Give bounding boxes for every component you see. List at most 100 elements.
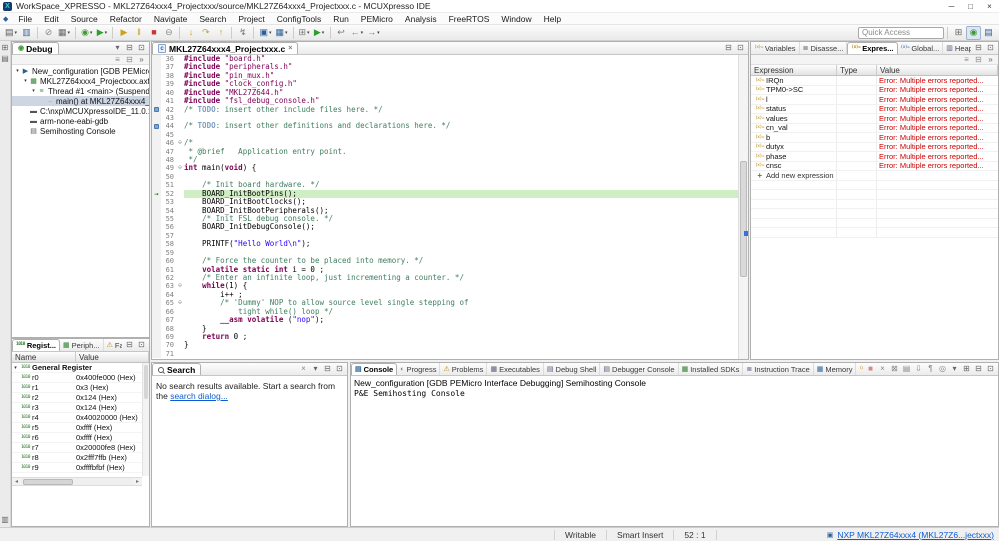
- code-line[interactable]: 44/* TODO: insert other definitions and …: [152, 121, 738, 131]
- menu-help[interactable]: Help: [538, 14, 567, 24]
- expressions-tab-variables[interactable]: (x)= Variables: [751, 42, 800, 54]
- step-over-icon[interactable]: ↷: [198, 26, 213, 40]
- scrollbar-thumb[interactable]: [740, 161, 747, 277]
- register-group-row[interactable]: ▾ 1010 General Register: [12, 363, 149, 373]
- search-dialog-link[interactable]: search dialog...: [170, 391, 228, 401]
- code-line[interactable]: 42/* TODO: insert other include files he…: [152, 105, 738, 114]
- expand-toggle[interactable]: ▾: [30, 88, 37, 94]
- code-line[interactable]: 71: [152, 349, 738, 359]
- debug-perspective-icon[interactable]: ◉: [966, 25, 981, 40]
- forward-icon[interactable]: → ▾: [365, 26, 382, 40]
- remove-launch-icon[interactable]: ×: [878, 365, 887, 373]
- registers-tab-regist[interactable]: 1010 Regist...: [12, 339, 61, 351]
- expressions-tab-global[interactable]: (x)= Global...: [898, 42, 944, 54]
- menu-edit[interactable]: Edit: [38, 14, 65, 24]
- build-icon[interactable]: ▦ ▾: [56, 26, 72, 40]
- menu-analysis[interactable]: Analysis: [399, 14, 443, 24]
- develop-perspective-icon[interactable]: ▤: [981, 26, 996, 40]
- minimize-view-icon[interactable]: ⊟: [125, 44, 134, 52]
- console-tab-instruction-trace[interactable]: ≣ Instruction Trace: [743, 363, 814, 375]
- menu-search[interactable]: Search: [193, 14, 232, 24]
- expression-row[interactable]: (x)= IRQn Error: Multiple errors reported.…: [751, 76, 998, 86]
- minimize-view-icon[interactable]: ⊟: [974, 365, 983, 373]
- expressions-tab-expres[interactable]: (x)= Expres...: [847, 42, 898, 54]
- register-row[interactable]: 1010 r0 0x400fe000 (Hex): [12, 373, 149, 383]
- code-line[interactable]: 47 * @brief Application entry point.: [152, 147, 738, 157]
- close-tab-icon[interactable]: ×: [288, 45, 292, 52]
- peripheral-tools-icon[interactable]: ▦ ▾: [273, 26, 289, 40]
- console-tab-console[interactable]: ▤ Console: [351, 363, 398, 375]
- debug-tree-item[interactable]: ▤ Semihosting Console: [12, 126, 149, 136]
- menu-file[interactable]: File: [12, 14, 38, 24]
- register-row[interactable]: 1010 r2 0x124 (Hex): [12, 393, 149, 403]
- minimized-views-icon[interactable]: ▥: [1, 516, 10, 524]
- minimize-view-icon[interactable]: ⊟: [974, 44, 983, 52]
- fold-toggle[interactable]: ⊖: [176, 139, 184, 147]
- collapse-all-icon[interactable]: ⊟: [125, 55, 134, 64]
- expand-toggle[interactable]: ▾: [14, 68, 21, 74]
- word-wrap-icon[interactable]: ¶: [926, 365, 935, 373]
- menu-source[interactable]: Source: [65, 14, 104, 24]
- maximize-view-icon[interactable]: ⊡: [335, 365, 344, 373]
- registers-vscrollbar[interactable]: [142, 363, 149, 476]
- code-line[interactable]: 70}: [152, 340, 738, 350]
- fold-toggle[interactable]: ⊖: [176, 299, 184, 307]
- minimize-window-button[interactable]: ─: [942, 0, 961, 13]
- maximize-view-icon[interactable]: ⊡: [986, 365, 995, 373]
- register-row[interactable]: 1010 r3 0x124 (Hex): [12, 403, 149, 413]
- console-tab-debugger-console[interactable]: ▤ Debugger Console: [600, 363, 679, 375]
- menu-navigate[interactable]: Navigate: [148, 14, 194, 24]
- register-row[interactable]: 1010 r9 0xffffbfbf (Hex): [12, 463, 149, 473]
- disconnect-icon[interactable]: ⊖: [161, 26, 176, 40]
- expression-row[interactable]: (x)= b Error: Multiple errors reported...: [751, 133, 998, 143]
- menu-pemicro[interactable]: PEMicro: [355, 14, 399, 24]
- tab-debug[interactable]: ◉ Debug: [12, 42, 59, 54]
- breakpoint-annotation-marker[interactable]: [744, 231, 748, 237]
- display-console-icon[interactable]: ▾: [950, 365, 959, 373]
- resume-icon[interactable]: ▶: [116, 26, 131, 40]
- pin-console-icon[interactable]: ◎: [938, 365, 947, 373]
- back-icon[interactable]: ← ▾: [349, 26, 366, 40]
- register-row[interactable]: 1010 r8 0x2fff7ffb (Hex): [12, 453, 149, 463]
- scroll-lock-icon[interactable]: ⇩: [914, 365, 923, 373]
- console-tab-installed-sdks[interactable]: ▦ Installed SDKs: [679, 363, 744, 375]
- expression-row[interactable]: (x)= cnsc Error: Multiple errors reported.…: [751, 161, 998, 171]
- terminate-icon[interactable]: ■: [146, 26, 161, 40]
- code-area[interactable]: 36 #include "board.h" 37 #include "peripher…: [152, 55, 738, 359]
- register-row[interactable]: 1010 r5 0xffff (Hex): [12, 423, 149, 433]
- console-tab-executables[interactable]: ▦ Executables: [487, 363, 544, 375]
- minimized-project-explorer-icon[interactable]: ▤: [1, 55, 10, 63]
- registers-tab-periph[interactable]: ▦ Periph...: [60, 339, 104, 351]
- step-into-icon[interactable]: ↓: [183, 26, 198, 40]
- debug-icon[interactable]: ◉ ▾: [79, 26, 94, 40]
- external-tools-icon[interactable]: ▶ ▾: [312, 26, 327, 40]
- step-return-icon[interactable]: ↑: [213, 26, 228, 40]
- maximize-view-icon[interactable]: ⊡: [137, 44, 146, 52]
- debug-tree-item[interactable]: ▾▶New_configuration [GDB PEMicro Interfa…: [12, 66, 149, 76]
- code-line[interactable]: 49 ⊖ int main(void) {: [152, 164, 738, 173]
- minimize-view-icon[interactable]: ⊟: [125, 341, 134, 349]
- scroll-left-icon[interactable]: ◂: [12, 478, 21, 485]
- debug-tree-item[interactable]: ▬ arm-none-eabi-gdb: [12, 116, 149, 126]
- cancel-search-icon[interactable]: ×: [299, 365, 308, 373]
- debug-tree-item[interactable]: ▾ ▦ MKL27Z64xxx4_Projectxxx.axf: [12, 76, 149, 86]
- maximize-window-button[interactable]: □: [961, 0, 980, 13]
- console-output-area[interactable]: New_configuration [GDB PEMicro Interface…: [351, 376, 998, 400]
- console-tab-debug-shell[interactable]: ▤ Debug Shell: [544, 363, 601, 375]
- maximize-view-icon[interactable]: ⊡: [736, 44, 745, 52]
- menu-run[interactable]: Run: [327, 14, 355, 24]
- tab-search[interactable]: Search: [152, 363, 202, 375]
- show-type-names-icon[interactable]: ≡: [962, 55, 971, 64]
- code-line[interactable]: 58 PRINTF("Hello World\n");: [152, 239, 738, 249]
- registers-tab-faults[interactable]: ⚠Faults: [104, 339, 122, 351]
- expression-row[interactable]: (x)= phase Error: Multiple errors reported…: [751, 152, 998, 162]
- code-line[interactable]: 45: [152, 130, 738, 140]
- registers-hscrollbar[interactable]: ◂ ▸: [12, 477, 142, 486]
- run-icon[interactable]: ▶ ▾: [94, 26, 109, 40]
- code-line[interactable]: 67 __asm volatile ("nop");: [152, 315, 738, 325]
- terminate-console-icon[interactable]: ■: [866, 365, 875, 373]
- expression-row[interactable]: (x)= values Error: Multiple errors reporte…: [751, 114, 998, 124]
- view-menu-icon[interactable]: ▾: [113, 44, 122, 52]
- expand-toggle[interactable]: ▾: [12, 365, 19, 371]
- debug-tree-item[interactable]: →main() at MKL27Z64xxx4_Projectxxx.c:...: [12, 96, 149, 106]
